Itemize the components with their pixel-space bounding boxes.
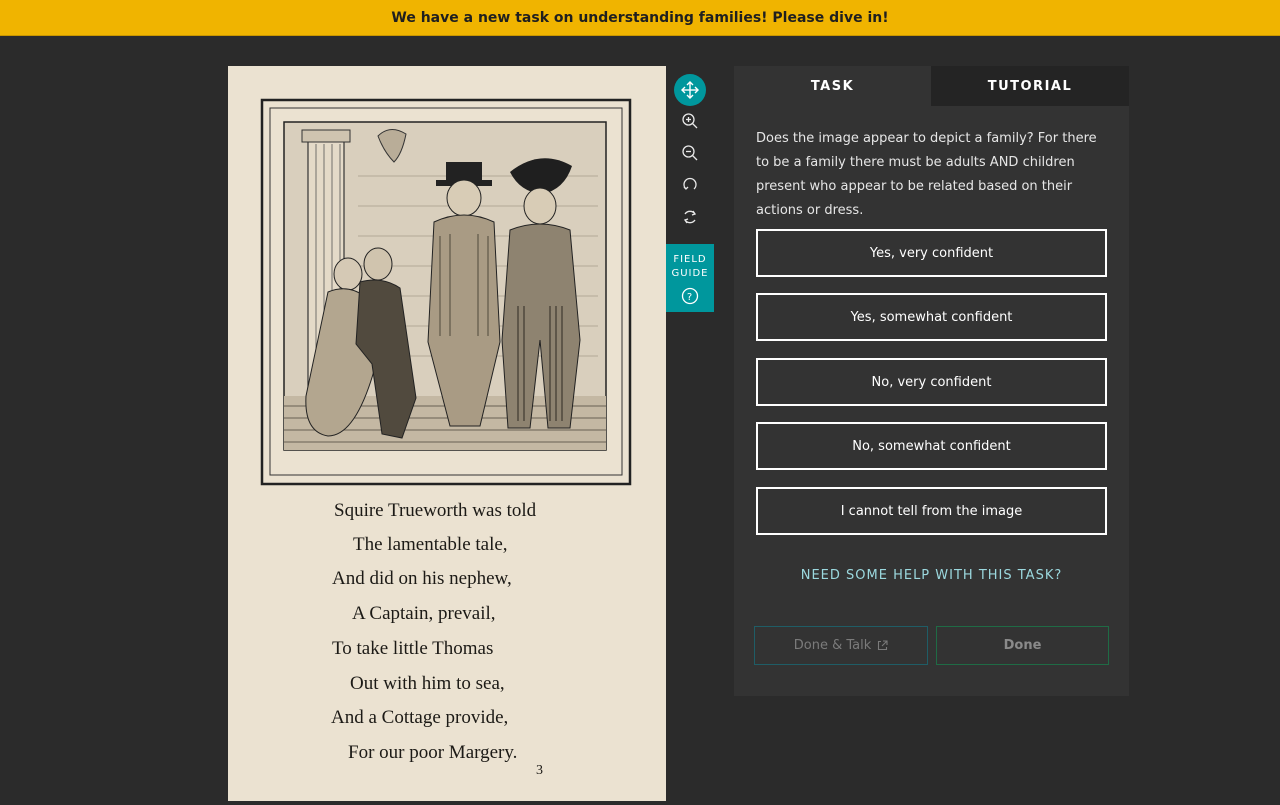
move-tool-button[interactable] [674,74,706,106]
poem-line: And did on his nephew, [332,568,512,589]
done-button[interactable]: Done [936,626,1109,665]
zoom-in-button[interactable] [674,105,706,137]
field-guide-label: FIELD GUIDE [671,254,709,279]
done-and-talk-label: Done & Talk [793,638,872,653]
reset-button[interactable] [674,201,706,233]
poem-line: To take little Thomas [332,638,493,659]
poem-line: Out with him to sea, [350,673,505,694]
svg-text:?: ? [687,292,693,303]
answer-yes-very-confident[interactable]: Yes, very confident [756,229,1107,277]
image-toolbar [666,66,714,244]
rotate-icon [683,177,697,190]
rotate-button[interactable] [674,168,706,200]
poem-line: And a Cottage provide, [331,707,508,728]
answer-yes-somewhat-confident[interactable]: Yes, somewhat confident [756,293,1107,341]
poem-line: The lamentable tale, [353,534,508,555]
done-and-talk-button[interactable]: Done & Talk [754,626,928,665]
poem-line: For our poor Margery. [348,742,517,763]
panel-tabs: TASK TUTORIAL [734,66,1129,106]
banner-text: We have a new task on understanding fami… [391,9,889,26]
zoom-out-icon [682,145,698,161]
task-question: Does the image appear to depict a family… [756,131,1097,218]
announcement-banner: We have a new task on understanding fami… [0,0,1280,36]
reset-icon [683,210,697,224]
book-page-illustration: Squire Trueworth was told The lamentable… [228,66,666,801]
tab-task[interactable]: TASK [734,66,931,106]
task-panel: TASK TUTORIAL Does the image appear to d… [734,66,1129,696]
subject-image[interactable]: Squire Trueworth was told The lamentable… [228,66,666,801]
page-number: 3 [536,763,543,778]
poem-line: A Captain, prevail, [352,603,496,624]
field-guide-button[interactable]: FIELD GUIDE ? [666,244,714,312]
zoom-in-icon [682,113,698,129]
help-link[interactable]: NEED SOME HELP WITH THIS TASK? [734,568,1129,583]
external-link-icon [877,640,888,651]
answer-cannot-tell[interactable]: I cannot tell from the image [756,487,1107,535]
move-icon [681,81,699,99]
poem-line: Squire Trueworth was told [334,500,537,521]
answer-no-very-confident[interactable]: No, very confident [756,358,1107,406]
tab-tutorial[interactable]: TUTORIAL [931,66,1129,106]
answer-no-somewhat-confident[interactable]: No, somewhat confident [756,422,1107,470]
zoom-out-button[interactable] [674,137,706,169]
help-circle-icon: ? [681,287,699,305]
